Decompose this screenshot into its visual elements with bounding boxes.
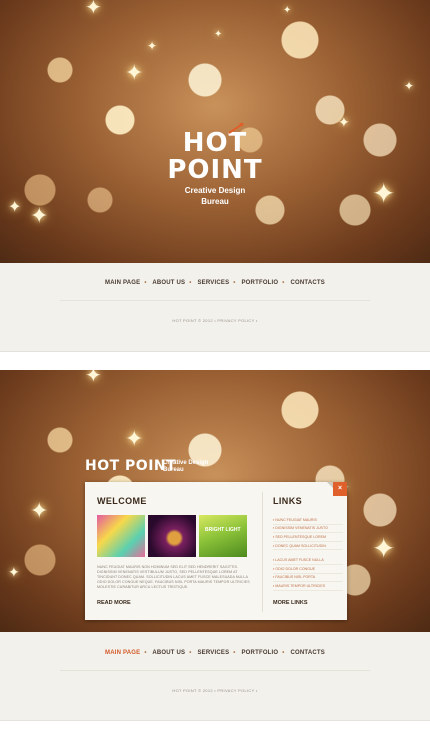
- sparkle-icon: ✦: [125, 426, 144, 451]
- nav-strip: [0, 632, 430, 721]
- nav-item-main-page[interactable]: MAIN PAGE: [105, 650, 140, 656]
- main-nav: MAIN PAGE • ABOUT US • SERVICES • PORTFOLIO…: [105, 280, 325, 286]
- nav-item-about-us[interactable]: ABOUT US: [152, 280, 185, 286]
- footer-text: HOT POINT © 2012 • PRIVACY POLICY •: [172, 688, 258, 693]
- nav-item-portfolio[interactable]: PORTFOLIO: [241, 650, 278, 656]
- nav-item-portfolio[interactable]: PORTFOLIO: [241, 280, 278, 286]
- logo-line1: HOT: [182, 128, 248, 158]
- sparkle-icon: ✦: [283, 5, 292, 16]
- list-item[interactable]: DIGNISSIM VENENATIS JUSTO: [273, 525, 343, 534]
- sparkle-icon: ✦: [85, 0, 102, 19]
- nav-item-main-page[interactable]: MAIN PAGE: [105, 280, 140, 286]
- main-nav: MAIN PAGE • ABOUT US • SERVICES • PORTFOLIO…: [105, 650, 325, 656]
- list-item[interactable]: LACUS AMET FUSCE NULLA: [273, 556, 343, 565]
- nav-item-about-us[interactable]: ABOUT US: [152, 650, 185, 656]
- more-links-link[interactable]: MORE LINKS: [273, 600, 308, 606]
- logo-tagline1: Creative Design: [184, 186, 246, 195]
- sparkle-icon: ✦: [147, 39, 158, 53]
- nav-item-services[interactable]: SERVICES: [197, 280, 229, 286]
- welcome-title: WELCOME: [97, 496, 147, 506]
- sparkle-icon: ✦: [338, 114, 350, 130]
- header-logo[interactable]: HOT POINT Creative Design Bureau: [85, 457, 208, 475]
- sparkle-icon: ✦: [214, 29, 223, 40]
- read-more-link[interactable]: READ MORE: [97, 600, 131, 606]
- welcome-paragraph: NUNC FEUGIAT MAURIS NON HOMINUM SED ELIT…: [97, 565, 250, 589]
- sparkle-icon: ✦: [85, 370, 102, 387]
- nav-item-contacts[interactable]: CONTACTS: [290, 650, 325, 656]
- sparkle-icon: ✦: [372, 533, 396, 564]
- thumbnail-image[interactable]: [148, 515, 196, 557]
- list-item[interactable]: MAURIS TEMPOR ULTRICIES: [273, 582, 343, 591]
- content-panel: WELCOME BRIGHT LIGHT NUNC FEUGIAT MAURIS…: [85, 482, 347, 620]
- sparkle-icon: ✦: [30, 498, 49, 523]
- list-item[interactable]: FAUCIBUS NISL PORTA: [273, 574, 343, 583]
- divider: [60, 300, 370, 301]
- logo-line2: POINT: [167, 155, 263, 185]
- thumbnail-image[interactable]: [97, 515, 145, 557]
- list-item[interactable]: NUNC FEUGIAT MAURIS: [273, 516, 343, 525]
- list-item[interactable]: DONEC QUAM SOLLICITUDIN: [273, 542, 343, 551]
- sparkle-icon: ✦: [8, 564, 20, 580]
- sparkle-icon: ✦: [30, 203, 49, 228]
- thumbnail-image[interactable]: BRIGHT LIGHT: [199, 515, 247, 557]
- hero-logo[interactable]: HOT POINT Creative Design Bureau: [0, 130, 430, 206]
- list-item[interactable]: ODIO DOLOR CONGUE: [273, 565, 343, 574]
- logo-tagline1: Creative Design: [163, 460, 209, 466]
- sparkle-icon: ✦: [404, 79, 415, 93]
- links-title: LINKS: [273, 496, 302, 506]
- sparkle-icon: ✦: [125, 60, 144, 85]
- nav-item-contacts[interactable]: CONTACTS: [290, 280, 325, 286]
- close-button[interactable]: ×: [333, 482, 347, 496]
- footer-text: HOT POINT © 2012 • PRIVACY POLICY •: [172, 318, 258, 323]
- links-list: NUNC FEUGIAT MAURIS DIGNISSIM VENENATIS …: [273, 516, 343, 591]
- nav-strip: [0, 263, 430, 352]
- divider: [60, 670, 370, 671]
- logo-tagline: Creative Design Bureau: [163, 460, 223, 474]
- nav-item-services[interactable]: SERVICES: [197, 650, 229, 656]
- list-item[interactable]: SED PELLENTESQUE LOREM: [273, 533, 343, 542]
- logo-tagline2: Bureau: [163, 467, 184, 473]
- panel-divider: [262, 492, 263, 612]
- dart-icon: [228, 123, 244, 134]
- logo-tagline2: Bureau: [201, 197, 229, 206]
- thumbnail-caption: BRIGHT LIGHT: [205, 527, 241, 533]
